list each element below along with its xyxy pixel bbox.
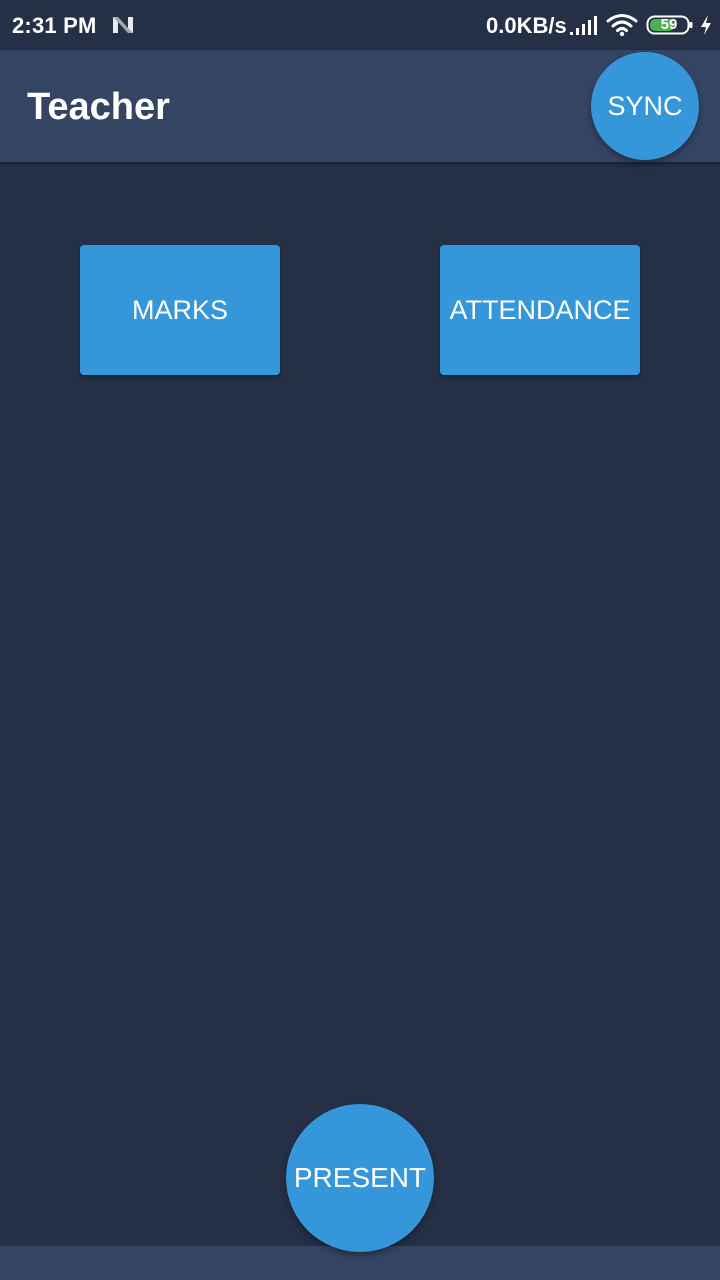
attendance-button[interactable]: ATTENDANCE — [440, 245, 640, 375]
sync-button[interactable]: SYNC — [591, 52, 699, 160]
signal-icon — [570, 16, 597, 35]
charging-bolt-icon — [701, 15, 711, 35]
present-button[interactable]: PRESENT — [286, 1104, 434, 1252]
network-speed: 0.0KB/s — [486, 13, 567, 38]
status-bar: 2:31 PM 0.0KB/s 59 — [0, 0, 720, 50]
notification-n-icon — [113, 17, 133, 33]
status-time: 2:31 PM — [12, 13, 97, 38]
marks-button[interactable]: MARKS — [80, 245, 280, 375]
page-title: Teacher — [27, 86, 170, 128]
wifi-icon — [606, 14, 638, 37]
screen: 2:31 PM 0.0KB/s 59 Teacher SYNC MARKS AT… — [0, 0, 720, 1280]
battery-level: 59 — [660, 16, 678, 33]
